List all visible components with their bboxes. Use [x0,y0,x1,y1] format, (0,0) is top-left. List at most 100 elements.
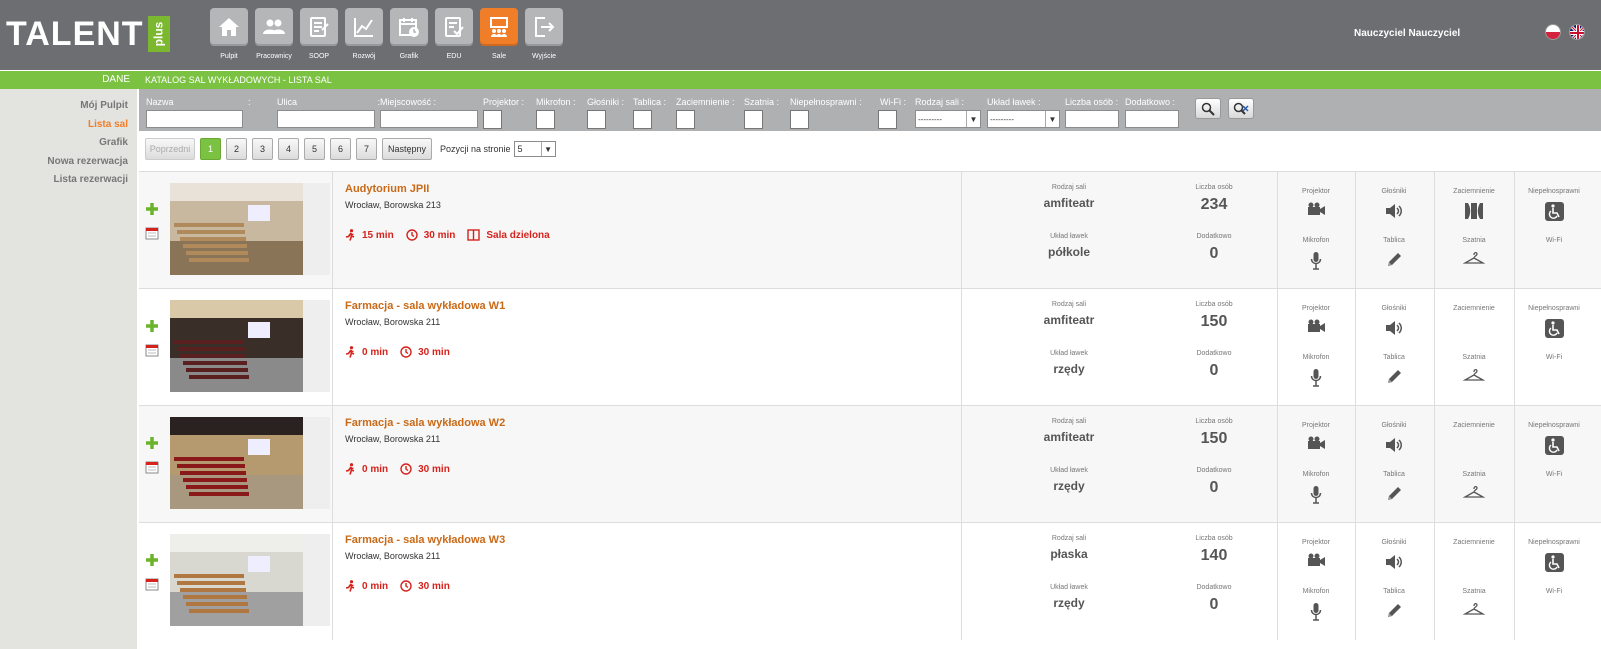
sidebar-item-lista-rezerwacji[interactable]: Lista rezerwacji [54,174,128,185]
polish-flag-icon[interactable] [1545,24,1561,40]
calendar-icon[interactable] [145,460,159,474]
uklad-lawek-value: rzędy [1053,596,1085,610]
sidebar: Mój Pulpit Lista sal Grafik Nowa rezerwa… [0,89,137,649]
page-4-button[interactable]: 4 [278,138,299,160]
room-name-link[interactable]: Audytorium JPII [345,183,429,195]
calendar-icon[interactable] [145,226,159,240]
nav-grafik[interactable]: Grafik [390,8,428,60]
room-photo-image [170,417,303,509]
table-row: Farmacja - sala wykładowa W3 Wrocław, Bo… [139,522,1601,640]
room-name-link[interactable]: Farmacja - sala wykładowa W1 [345,300,505,312]
pencil-icon [1388,253,1401,266]
mikrofon-feature: Mikrofon [1276,467,1356,505]
uklad-lawek-value: rzędy [1053,362,1085,376]
walk-time: 0 min [345,580,388,592]
glosniki-checkbox[interactable] [587,110,606,129]
add-reservation-icon[interactable] [145,202,159,216]
nav-edu[interactable]: EDU [435,8,473,60]
wifi-feature: Wi-Fi [1545,588,1563,595]
microphone-icon [1310,369,1322,387]
tablica-checkbox[interactable] [633,110,652,129]
glosniki-feature: Głośniki [1354,301,1434,337]
page-2-button[interactable]: 2 [226,138,247,160]
room-meta: 15 min 30 min Sala dzielona [345,229,562,241]
document-icon [300,8,338,46]
shared-room: Sala dzielona [467,229,550,241]
prev-page-button[interactable]: Poprzedni [145,138,195,160]
chevron-down-icon: ▼ [966,111,980,127]
liczba-osob-input[interactable] [1065,110,1119,128]
nav-pracownicy[interactable]: Pracownicy [255,8,293,60]
speaker-icon [1386,555,1402,569]
per-page-select[interactable]: 5 ▼ [513,141,556,157]
room-name-link[interactable]: Farmacja - sala wykładowa W2 [345,417,505,429]
room-photo[interactable] [170,534,330,626]
szatnia-feature: Szatnia [1434,584,1514,616]
add-reservation-icon[interactable] [145,553,159,567]
room-photo[interactable] [170,417,330,509]
walking-person-icon [345,580,355,592]
miejscowosc-input[interactable] [380,110,478,128]
next-page-button[interactable]: Następny [382,138,432,160]
szatnia-checkbox[interactable] [744,110,763,129]
niepelnosprawni-feature: Niepełnosprawni [1514,184,1594,221]
page-7-button[interactable]: 7 [356,138,377,160]
pagination: Poprzedni 1 2 3 4 5 6 7 Następny Pozycji… [145,137,556,161]
page-5-button[interactable]: 5 [304,138,325,160]
room-list: Audytorium JPII Wrocław, Borowska 213 15… [139,171,1601,640]
sidebar-item-nowa-rezerwacja[interactable]: Nowa rezerwacja [47,156,128,167]
dodatkowo-input[interactable] [1125,110,1179,128]
uklad-lawek-label: Układ ławek [1050,350,1088,357]
nav-sale[interactable]: Sale [480,8,518,60]
top-header: TALENT plus Pulpit Pracownicy SOOP Rozwó… [0,0,1601,70]
zaciemnienie-checkbox[interactable] [676,110,695,129]
hanger-icon [1463,485,1485,498]
glosniki-feature: Głośniki [1354,418,1434,454]
walk-time: 0 min [345,463,388,475]
page-6-button[interactable]: 6 [330,138,351,160]
niepelnosprawni-checkbox[interactable] [790,110,809,129]
nav-soop[interactable]: SOOP [300,8,338,60]
users-icon [255,8,293,46]
wifi-checkbox[interactable] [878,110,897,129]
room-photo[interactable] [170,183,330,275]
add-reservation-icon[interactable] [145,436,159,450]
mikrofon-checkbox[interactable] [536,110,555,129]
search-button[interactable] [1195,98,1221,119]
calendar-icon[interactable] [145,343,159,357]
page-1-button[interactable]: 1 [200,138,221,160]
room-meta: 0 min 30 min [345,346,462,358]
rodzaj-sali-value: płaska [1050,547,1088,561]
english-flag-icon[interactable] [1569,24,1585,40]
ulica-input[interactable] [277,110,375,128]
rodzaj-sali-label: Rodzaj sali [1051,535,1087,542]
rodzaj-sali-value: amfiteatr [1043,430,1095,444]
nav-rozwoj[interactable]: Rozwój [345,8,383,60]
nazwa-input[interactable] [146,110,243,128]
clear-search-button[interactable] [1228,98,1254,119]
user-name[interactable]: Nauczyciel Nauczyciel [1354,28,1460,39]
room-name-link[interactable]: Farmacja - sala wykładowa W3 [345,534,505,546]
logo-plus-badge: plus [147,16,170,52]
projektor-checkbox[interactable] [483,110,502,129]
room-photo[interactable] [170,300,330,392]
zaciemnienie-feature: Zaciemnienie [1453,422,1495,429]
tablica-feature: Tablica [1354,584,1434,620]
zaciemnienie-feature: Zaciemnienie [1453,305,1495,312]
sidebar-item-grafik[interactable]: Grafik [99,137,128,148]
calendar-icon[interactable] [145,577,159,591]
wifi-feature: Wi-Fi [1545,354,1563,361]
sidebar-item-moj-pulpit[interactable]: Mój Pulpit [80,100,128,111]
edu-icon [435,8,473,46]
dodatkowo-label: Dodatkowo [1196,584,1232,591]
add-reservation-icon[interactable] [145,319,159,333]
sidebar-item-lista-sal[interactable]: Lista sal [88,119,128,130]
nav-wyjscie[interactable]: Wyjście [525,8,563,60]
uklad-lawek-select[interactable]: --------- ▼ [987,110,1060,128]
rodzaj-sali-label: Rodzaj sali [1051,418,1087,425]
page-3-button[interactable]: 3 [252,138,273,160]
talent-plus-logo[interactable]: TALENT plus [6,16,170,52]
nav-pulpit[interactable]: Pulpit [210,8,248,60]
walking-person-icon [345,229,355,241]
rodzaj-sali-select[interactable]: --------- ▼ [915,110,981,128]
